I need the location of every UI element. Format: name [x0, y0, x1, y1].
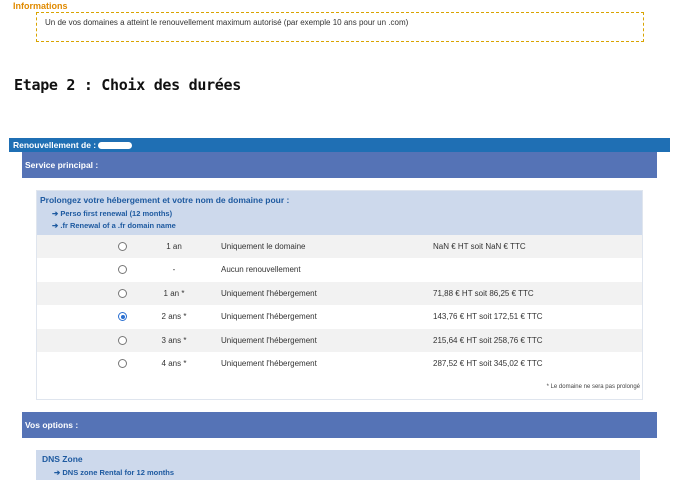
- duration-label: 3 ans *: [161, 335, 187, 345]
- duration-label: 4 ans *: [161, 358, 187, 368]
- info-message-box: Un de vos domaines a atteint le renouvel…: [36, 12, 644, 42]
- duration-radio[interactable]: [118, 335, 127, 345]
- renewal-header-bar: Renouvellement de :: [9, 138, 670, 152]
- service-principal-header: Service principal :: [22, 152, 657, 178]
- duration-price: 215,64 € HT soit 258,76 € TTC: [433, 335, 543, 345]
- renewal-panel-title: Prolongez votre hébergement et votre nom…: [40, 195, 290, 205]
- duration-radio[interactable]: [118, 312, 127, 322]
- informations-title: Informations: [13, 1, 68, 11]
- info-message: Un de vos domaines a atteint le renouvel…: [45, 18, 409, 27]
- duration-row[interactable]: 4 ans * Uniquement l'hébergement 287,52 € …: [37, 352, 642, 375]
- duration-price: 71,88 € HT soit 86,25 € TTC: [433, 288, 534, 298]
- dns-zone-title: DNS Zone: [42, 454, 83, 464]
- duration-radio[interactable]: [118, 265, 127, 275]
- options-header: Vos options :: [22, 412, 657, 438]
- duration-radio[interactable]: [118, 288, 127, 298]
- duration-label: 1 an: [166, 242, 182, 251]
- duration-description: Uniquement l'hébergement: [221, 288, 317, 298]
- dns-zone-panel: DNS Zone ➔ DNS zone Rental for 12 months: [36, 450, 640, 480]
- duration-price: NaN € HT soit NaN € TTC: [433, 242, 526, 251]
- options-label: Vos options :: [25, 420, 79, 430]
- duration-label: -: [172, 265, 176, 275]
- duration-row[interactable]: 1 an * Uniquement l'hébergement 71,88 € HT…: [37, 281, 642, 306]
- duration-label: 2 ans *: [161, 312, 187, 322]
- duration-description: Uniquement l'hébergement: [221, 358, 317, 368]
- duration-row[interactable]: 1 an Uniquement le domaine NaN € HT soit N…: [37, 235, 642, 259]
- duration-price: 287,52 € HT soit 345,02 € TTC: [433, 358, 543, 368]
- service-principal-label: Service principal :: [25, 160, 99, 170]
- redacted-domain: [98, 142, 133, 150]
- duration-description: Uniquement l'hébergement: [221, 335, 317, 345]
- duration-radio[interactable]: [118, 358, 127, 368]
- duration-price: 143,76 € HT soit 172,51 € TTC: [433, 312, 543, 322]
- renewal-label: Renouvellement de :: [13, 140, 97, 150]
- renewal-panel-header: Prolongez votre hébergement et votre nom…: [37, 191, 642, 235]
- duration-row[interactable]: 2 ans * Uniquement l'hébergement 143,76 € …: [37, 305, 642, 328]
- duration-row[interactable]: 3 ans * Uniquement l'hébergement 215,64 € …: [37, 328, 642, 352]
- duration-description: Uniquement l'hébergement: [221, 312, 317, 322]
- service-item-hosting: ➔ Perso first renewal (12 months): [52, 209, 173, 218]
- duration-description: Uniquement le domaine: [221, 242, 306, 251]
- duration-radio[interactable]: [118, 242, 127, 251]
- footnote: * Le domaine ne sera pas prolongé: [546, 384, 640, 390]
- service-item-domain: ➔ .fr Renewal of a .fr domain name: [52, 221, 176, 230]
- duration-label: 1 an *: [163, 288, 185, 298]
- duration-rows: 1 an Uniquement le domaine NaN € HT soit N…: [37, 235, 642, 375]
- duration-description: Aucun renouvellement: [221, 265, 301, 275]
- renewal-options-panel: Prolongez votre hébergement et votre nom…: [36, 190, 643, 400]
- page-title: Etape 2 : Choix des durées: [14, 76, 242, 94]
- duration-row[interactable]: - Aucun renouvellement: [37, 258, 642, 281]
